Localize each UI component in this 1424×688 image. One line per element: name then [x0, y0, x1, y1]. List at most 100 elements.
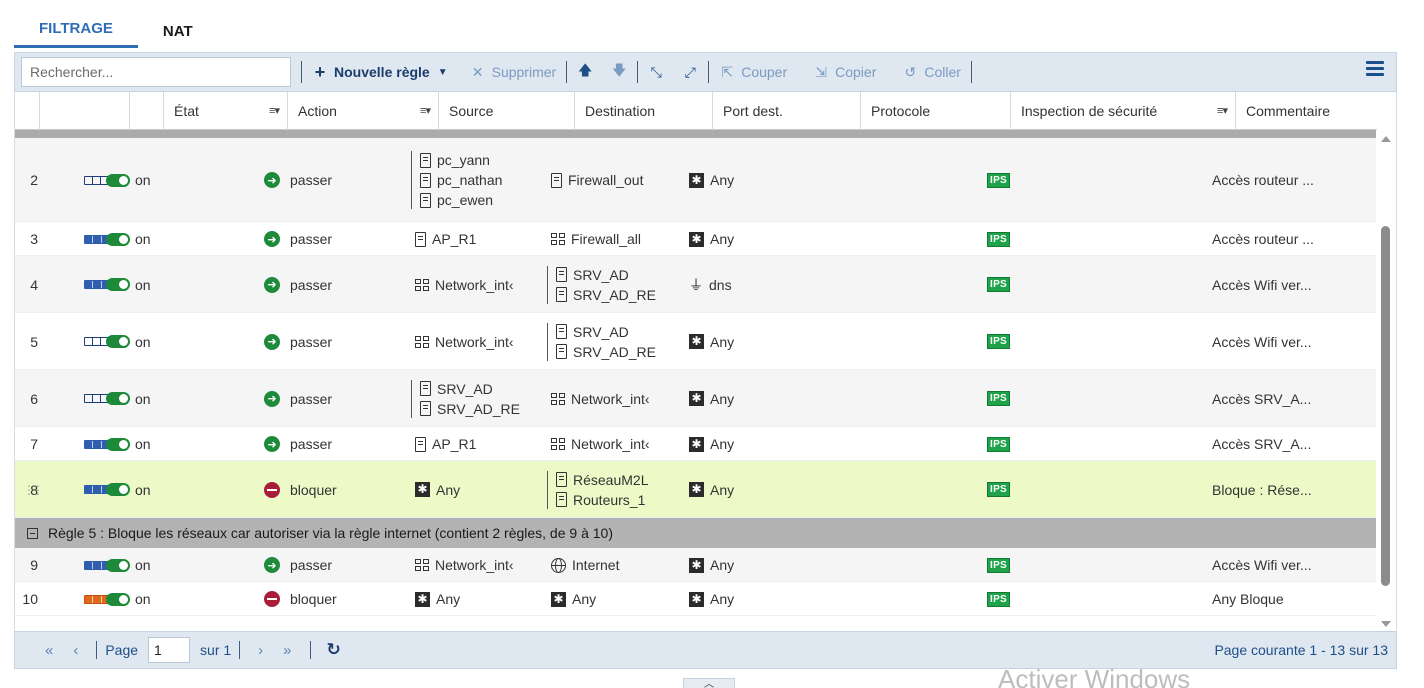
port-object[interactable]: ✱ Any	[689, 230, 734, 248]
host-icon	[420, 401, 431, 416]
toggle-on-icon[interactable]	[106, 437, 130, 451]
cut-button[interactable]: ⇱ Couper	[719, 64, 787, 81]
vertical-scrollbar[interactable]	[1376, 130, 1396, 631]
source-object[interactable]: AP_R1	[415, 435, 476, 453]
toggle-on-icon[interactable]	[106, 392, 130, 405]
refresh-icon[interactable]: ↻	[319, 640, 349, 660]
source-object[interactable]: pc_yann	[420, 151, 502, 169]
cell: on	[96, 256, 254, 313]
filter-sort-icon[interactable]: ≡▾	[269, 104, 280, 117]
collapse-all-button[interactable]: ⤡	[648, 64, 664, 81]
port-object[interactable]: ✱ Any	[689, 390, 734, 408]
source-object[interactable]: pc_ewen	[420, 191, 502, 209]
next-page-icon[interactable]: ›	[248, 642, 273, 659]
destination-object[interactable]: Routeurs_1	[556, 491, 649, 509]
port-object[interactable]: ✱ Any	[689, 556, 734, 574]
port-object[interactable]: ✱ Any	[689, 590, 734, 608]
source-object[interactable]: AP_R1	[415, 230, 476, 248]
hamburger-menu-icon[interactable]	[1366, 61, 1384, 77]
rule-number: 7	[30, 436, 38, 452]
destination-object[interactable]: Firewall_out	[551, 171, 643, 189]
destination-object[interactable]: Firewall_all	[551, 230, 641, 248]
table-row[interactable]: 2 on ➜ passer pc_yann pc_nathan pc_ewen Firewal…	[15, 138, 1377, 222]
tab-nat[interactable]: NAT	[138, 4, 218, 48]
header-destination[interactable]: Destination	[575, 92, 713, 130]
toolbar-separator	[708, 61, 710, 83]
search-input[interactable]	[21, 57, 291, 87]
toggle-on-icon[interactable]	[106, 278, 130, 291]
table-row[interactable]: 5 on ➜ passer Network_int‹ SRV_AD SRV_AD_RE ✱ An…	[15, 313, 1377, 370]
filter-sort-icon[interactable]: ≡▾	[1217, 104, 1228, 117]
source-object[interactable]: pc_nathan	[420, 171, 502, 189]
rule-number: 4	[30, 276, 38, 293]
port-object[interactable]: ✱ Any	[689, 435, 734, 453]
collapse-group-icon[interactable]	[27, 527, 38, 539]
header-comment[interactable]: Commentaire	[1236, 92, 1377, 130]
scroll-up-icon[interactable]	[1381, 136, 1391, 142]
cell: on	[96, 461, 254, 518]
move-up-button[interactable]: 🡅	[577, 60, 593, 84]
source-object[interactable]: ✱ Any	[415, 590, 460, 608]
copy-button[interactable]: ⇲ Copier	[813, 64, 876, 81]
toggle-on-icon[interactable]	[106, 558, 130, 572]
source-object[interactable]: Network_int‹	[415, 333, 514, 351]
port-object[interactable]: ✱ Any	[689, 481, 734, 499]
paste-button[interactable]: ↺ Coller	[902, 64, 961, 81]
new-rule-button[interactable]: + Nouvelle règle ▼	[312, 62, 448, 83]
destination-object[interactable]: RéseauM2L	[556, 471, 649, 489]
header-state[interactable]: État ≡▾	[164, 92, 288, 130]
destination-object[interactable]: Network_int‹	[551, 390, 650, 408]
table-row[interactable]: 7 on ➜ passer AP_R1 Network_int‹ ✱ Any IPS Accès …	[15, 427, 1377, 461]
header-state-label: État	[174, 103, 199, 119]
destination-object[interactable]: Internet	[551, 556, 619, 574]
tab-filtrage[interactable]: FILTRAGE	[14, 4, 138, 48]
action-label: passer	[290, 231, 333, 247]
header-protocol[interactable]: Protocole	[861, 92, 1011, 130]
toggle-on-icon[interactable]	[106, 592, 130, 606]
scrollbar-thumb[interactable]	[1381, 226, 1390, 586]
destination-object[interactable]: Network_int‹	[551, 435, 650, 453]
toggle-on-icon[interactable]	[106, 232, 130, 246]
header-port[interactable]: Port dest.	[713, 92, 861, 130]
page-number-input[interactable]	[148, 637, 191, 663]
port-object[interactable]: ✱ Any	[689, 333, 734, 351]
port-object[interactable]: ⏚ dns	[689, 276, 732, 294]
header-source[interactable]: Source	[439, 92, 575, 130]
rule-group-header[interactable]: Règle 5 : Bloque les réseaux car autoris…	[15, 518, 1377, 548]
table-row[interactable]: 9 on ➜ passer Network_int‹ Internet ✱ Any IPS Acc…	[15, 548, 1377, 582]
rule-number: 5	[30, 333, 38, 350]
filter-sort-icon[interactable]: ≡▾	[420, 104, 431, 117]
cell: ✱ Any	[679, 582, 827, 616]
toggle-on-icon[interactable]	[106, 335, 130, 348]
destination-object[interactable]: SRV_AD	[556, 323, 656, 341]
source-object[interactable]: SRV_AD_RE	[420, 400, 520, 418]
network-icon	[415, 335, 429, 348]
toggle-on-icon[interactable]	[106, 483, 130, 496]
last-page-icon[interactable]: »	[273, 642, 301, 659]
expand-all-button[interactable]: ⤢	[682, 64, 698, 81]
table-row[interactable]: 10 on bloquer ✱ Any ✱ Any ✱ Any IPS Any Bloque	[15, 582, 1377, 616]
table-row[interactable]: 4 on ➜ passer Network_int‹ SRV_AD SRV_AD_RE ⏚ dn…	[15, 256, 1377, 313]
source-object[interactable]: SRV_AD	[420, 380, 520, 398]
table-row[interactable]: 3 on ➜ passer AP_R1 Firewall_all ✱ Any IPS Accès …	[15, 222, 1377, 256]
scroll-down-icon[interactable]	[1381, 621, 1391, 627]
drag-handle-icon[interactable]: ⋮⋮	[23, 483, 40, 497]
table-row[interactable]: 6 on ➜ passer SRV_AD SRV_AD_RE Network_int‹ ✱ An…	[15, 370, 1377, 427]
destination-object[interactable]: ✱ Any	[551, 590, 596, 608]
first-page-icon[interactable]: «	[35, 642, 63, 659]
delete-button[interactable]: ✕ Supprimer	[470, 64, 556, 81]
collapse-panel-icon[interactable]: ︿	[683, 678, 735, 688]
source-object[interactable]: Network_int‹	[415, 556, 514, 574]
header-action[interactable]: Action ≡▾	[288, 92, 439, 130]
header-inspection[interactable]: Inspection de sécurité ≡▾	[1011, 92, 1236, 130]
destination-object[interactable]: SRV_AD	[556, 266, 656, 284]
prev-page-icon[interactable]: ‹	[63, 642, 88, 659]
source-object[interactable]: Network_int‹	[415, 276, 514, 294]
destination-object[interactable]: SRV_AD_RE	[556, 343, 656, 361]
port-object[interactable]: ✱ Any	[689, 171, 734, 189]
move-down-button[interactable]: 🡇	[611, 60, 627, 84]
destination-object[interactable]: SRV_AD_RE	[556, 286, 656, 304]
toggle-on-icon[interactable]	[106, 173, 130, 187]
table-row[interactable]: ⋮⋮ 8 on bloquer ✱ Any RéseauM2L Routeurs_1 ✱ Any I…	[15, 461, 1377, 518]
source-object[interactable]: ✱ Any	[415, 481, 460, 499]
